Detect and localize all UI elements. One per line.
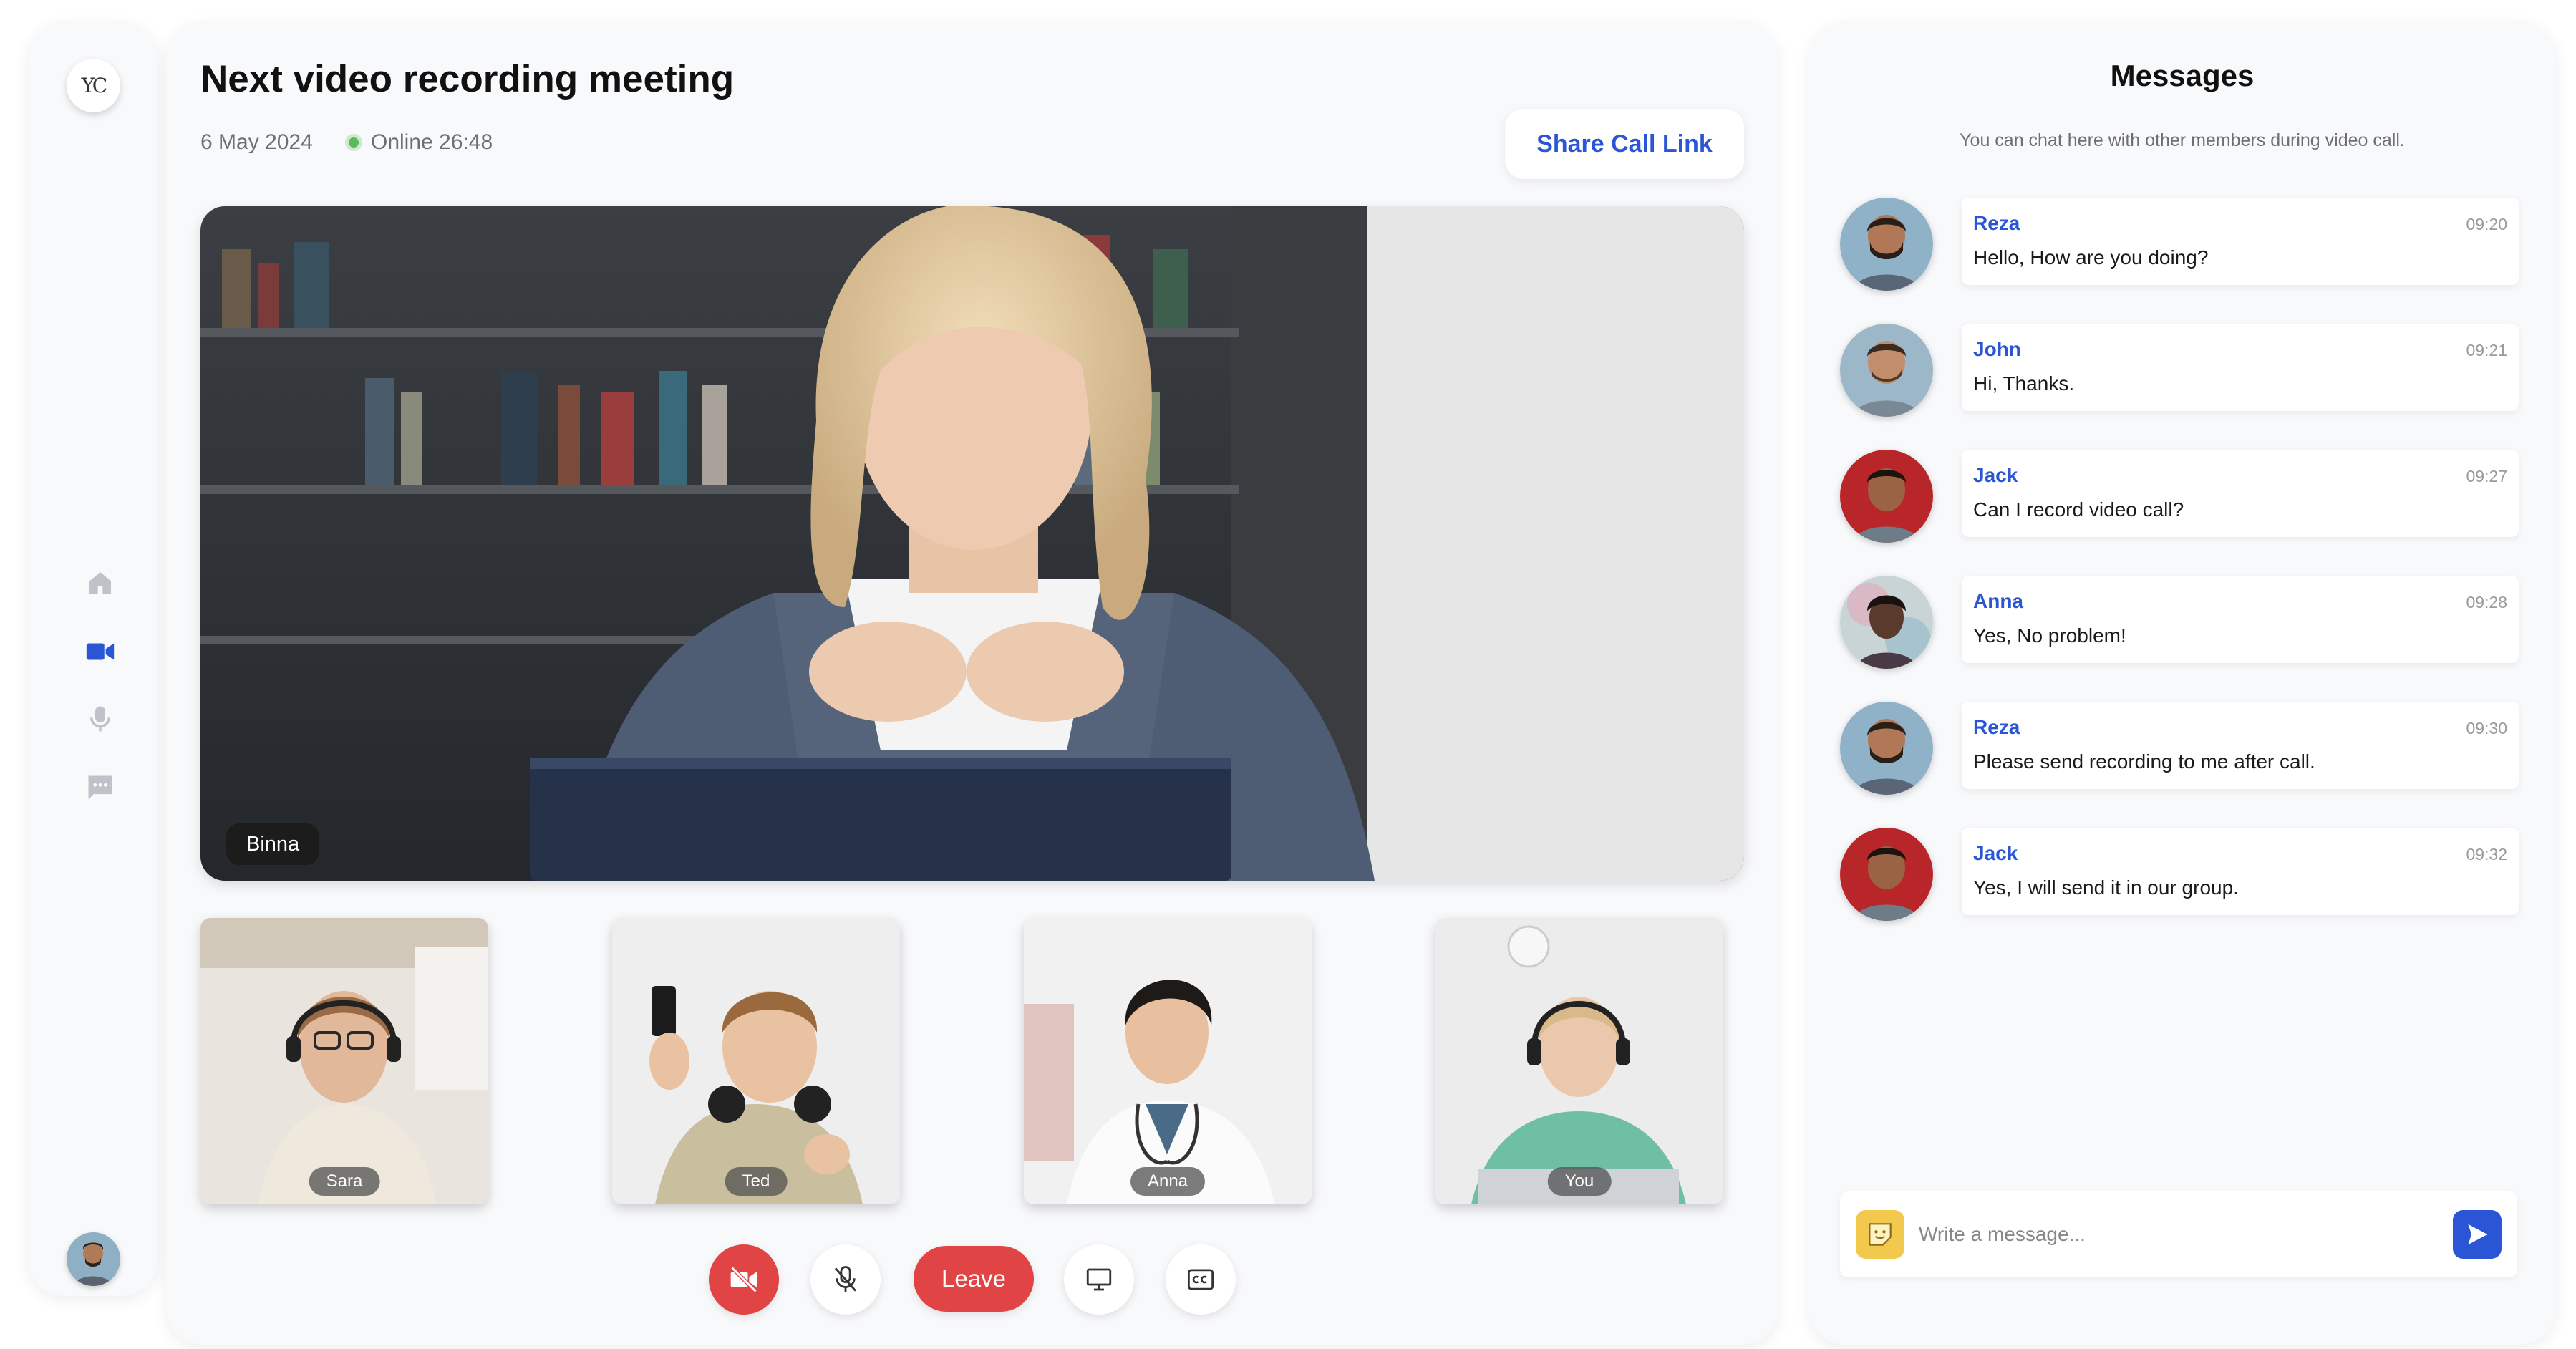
- participant-name: Ted: [725, 1167, 788, 1196]
- main-video[interactable]: Binna: [200, 206, 1744, 881]
- sidebar-item-home[interactable]: [83, 566, 117, 600]
- message-text: Hello, How are you doing?: [1973, 246, 2209, 269]
- participant-name: You: [1547, 1167, 1612, 1196]
- participant-name: Sara: [309, 1167, 380, 1196]
- message-bubble: Reza 09:30 Please send recording to me a…: [1962, 702, 2519, 789]
- message-time: 09:28: [2466, 593, 2507, 611]
- message-sender: John: [1973, 338, 2021, 360]
- message-time: 09:30: [2466, 719, 2507, 738]
- message-text: Yes, No problem!: [1973, 624, 2126, 647]
- captions-button[interactable]: [1166, 1244, 1236, 1315]
- screen-share-button[interactable]: [1064, 1244, 1134, 1315]
- avatar[interactable]: [1840, 324, 1933, 417]
- message-bubble: Reza 09:20 Hello, How are you doing?: [1962, 198, 2519, 285]
- page-title: Next video recording meeting: [200, 58, 735, 100]
- chat-message: Jack 09:27 Can I record video call?: [1840, 450, 2519, 543]
- send-button[interactable]: [2453, 1210, 2502, 1259]
- message-bubble: Jack 09:32 Yes, I will send it in our gr…: [1962, 828, 2519, 915]
- online-dot-icon: [345, 134, 362, 151]
- sidebar-item-chat[interactable]: [83, 770, 117, 805]
- camera-off-icon: [730, 1266, 757, 1293]
- message-time: 09:27: [2466, 467, 2507, 485]
- mic-off-icon: [834, 1266, 857, 1292]
- meeting-panel: Next video recording meeting 6 May 2024 …: [166, 21, 1778, 1345]
- online-status-text: Online 26:48: [371, 130, 493, 154]
- message-bubble: Jack 09:27 Can I record video call?: [1962, 450, 2519, 537]
- main-speaker-label: Binna: [226, 823, 320, 865]
- participant-tile[interactable]: Sara: [200, 918, 488, 1204]
- sidebar-item-microphone[interactable]: [83, 702, 117, 736]
- chat-message: Jack 09:32 Yes, I will send it in our gr…: [1840, 828, 2519, 921]
- emoji-button[interactable]: [1856, 1210, 1904, 1259]
- sidebar-item-video[interactable]: [83, 634, 117, 669]
- mic-toggle-button[interactable]: [810, 1244, 881, 1315]
- online-status: Online 26:48: [345, 130, 493, 155]
- message-input[interactable]: [1919, 1213, 2420, 1256]
- avatar[interactable]: [1840, 828, 1933, 921]
- chat-icon: [88, 775, 112, 800]
- microphone-icon: [90, 706, 110, 732]
- screen-share-icon: [1086, 1268, 1112, 1291]
- message-composer: [1840, 1191, 2517, 1277]
- messages-panel: Messages You can chat here with other me…: [1808, 21, 2556, 1345]
- send-icon: [2468, 1224, 2488, 1245]
- camera-toggle-button[interactable]: [709, 1244, 779, 1315]
- app-logo[interactable]: YC: [67, 59, 120, 112]
- message-text: Yes, I will send it in our group.: [1973, 876, 2239, 899]
- avatar[interactable]: [1840, 198, 1933, 291]
- chat-message: Reza 09:20 Hello, How are you doing?: [1840, 198, 2519, 291]
- message-bubble: John 09:21 Hi, Thanks.: [1962, 324, 2519, 411]
- chat-message: Anna 09:28 Yes, No problem!: [1840, 576, 2519, 669]
- chat-message: Reza 09:30 Please send recording to me a…: [1840, 702, 2519, 795]
- meeting-date: 6 May 2024: [200, 130, 313, 154]
- sidebar-rail: YC: [28, 21, 158, 1296]
- video-camera-icon: [86, 643, 115, 660]
- participant-tile[interactable]: You: [1435, 918, 1723, 1204]
- chat-message: John 09:21 Hi, Thanks.: [1840, 324, 2519, 417]
- captions-icon: [1187, 1269, 1214, 1290]
- message-time: 09:20: [2466, 215, 2507, 233]
- avatar[interactable]: [1840, 702, 1933, 795]
- message-time: 09:21: [2466, 341, 2507, 359]
- avatar[interactable]: [1840, 576, 1933, 669]
- message-sender: Jack: [1973, 464, 2018, 486]
- participant-tile[interactable]: Ted: [612, 918, 900, 1204]
- message-sender: Anna: [1973, 590, 2023, 612]
- home-icon: [89, 572, 111, 594]
- user-avatar[interactable]: [67, 1232, 120, 1286]
- message-time: 09:32: [2466, 845, 2507, 864]
- leave-call-button[interactable]: Leave: [914, 1246, 1034, 1312]
- share-call-link-button[interactable]: Share Call Link: [1505, 109, 1744, 179]
- participant-tile[interactable]: Anna: [1024, 918, 1312, 1204]
- avatar[interactable]: [1840, 450, 1933, 543]
- message-text: Please send recording to me after call.: [1973, 750, 2315, 773]
- messages-subtitle: You can chat here with other members dur…: [1960, 130, 2405, 150]
- message-text: Can I record video call?: [1973, 498, 2184, 521]
- messages-title: Messages: [2110, 59, 2255, 92]
- message-bubble: Anna 09:28 Yes, No problem!: [1962, 576, 2519, 663]
- emoji-sticker-icon: [1869, 1223, 1892, 1246]
- participant-name: Anna: [1130, 1167, 1206, 1196]
- message-text: Hi, Thanks.: [1973, 372, 2075, 395]
- message-sender: Reza: [1973, 212, 2020, 234]
- message-sender: Jack: [1973, 842, 2018, 864]
- message-sender: Reza: [1973, 716, 2020, 738]
